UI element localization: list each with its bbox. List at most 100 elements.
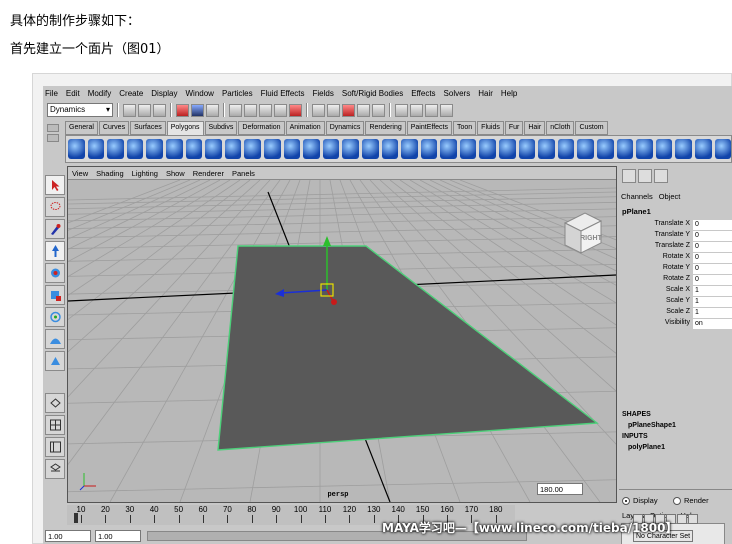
merge-icon[interactable] <box>597 139 614 159</box>
persp-graph-layout-icon[interactable] <box>45 459 65 479</box>
poly-pipe-icon[interactable] <box>224 139 242 159</box>
shelf-tab-fluids[interactable]: Fluids <box>477 121 504 135</box>
poly-soccer-ball-icon[interactable] <box>263 139 281 159</box>
average-vertices-icon[interactable] <box>401 139 418 159</box>
boolean-icon[interactable] <box>361 139 379 159</box>
render-settings-icon[interactable] <box>372 103 385 117</box>
shelf-tab-dynamics[interactable]: Dynamics <box>325 121 365 135</box>
menu-help[interactable]: Help <box>501 89 517 98</box>
step-forward-button[interactable] <box>677 514 687 524</box>
menu-particles[interactable]: Particles <box>222 89 253 98</box>
save-scene-icon[interactable] <box>153 103 166 117</box>
attr-value-field[interactable]: 0 <box>693 242 732 252</box>
universal-manip-icon[interactable] <box>45 307 65 327</box>
shelf-editor-button[interactable] <box>47 134 59 142</box>
snap-point-icon[interactable] <box>259 103 272 117</box>
shelf-tab-curves[interactable]: Curves <box>98 121 130 135</box>
attr-value-field[interactable]: 1 <box>693 286 732 296</box>
attr-row-translate-z[interactable]: Translate Z0 <box>619 242 732 253</box>
start-time-field[interactable]: 1.00 <box>45 530 91 542</box>
menu-window[interactable]: Window <box>186 89 214 98</box>
menu-fields[interactable]: Fields <box>313 89 334 98</box>
attr-row-visibility[interactable]: Visibility on <box>619 319 732 330</box>
snap-grid-icon[interactable] <box>229 103 242 117</box>
attr-row-scale-z[interactable]: Scale Z1 <box>619 308 732 319</box>
channel-box-layer-icon[interactable] <box>638 169 652 183</box>
poly-cylinder-icon[interactable] <box>107 139 124 159</box>
current-time-marker[interactable] <box>74 513 78 523</box>
shelf-tab-rendering[interactable]: Rendering <box>365 121 406 135</box>
menu-create[interactable]: Create <box>119 89 143 98</box>
shelf-tab-surfaces[interactable]: Surfaces <box>130 121 166 135</box>
tool-settings-toggle-icon[interactable] <box>425 103 438 117</box>
shelf-tab-menu-button[interactable] <box>47 124 59 132</box>
menu-fluid-effects[interactable]: Fluid Effects <box>261 89 305 98</box>
snap-plane-icon[interactable] <box>274 103 287 117</box>
viewport-menu-view[interactable]: View <box>72 169 88 178</box>
triangulate-icon[interactable] <box>695 139 712 159</box>
poly-torus-icon[interactable] <box>165 139 183 159</box>
attr-row-scale-x[interactable]: Scale X1 <box>619 286 732 297</box>
lock-icon[interactable] <box>312 103 325 117</box>
menu-file[interactable]: File <box>45 89 58 98</box>
poly-sphere-icon[interactable] <box>68 139 85 159</box>
attr-row-translate-y[interactable]: Translate Y0 <box>619 231 732 242</box>
single-view-layout-icon[interactable] <box>45 393 65 413</box>
shelf-tab-custom[interactable]: Custom <box>575 121 608 135</box>
bevel-icon[interactable] <box>557 139 575 159</box>
attr-row-translate-x[interactable]: Translate X0 <box>619 220 732 231</box>
four-view-layout-icon[interactable] <box>45 415 65 435</box>
attr-value-field[interactable]: 0 <box>693 275 732 285</box>
attr-value-field[interactable]: 0 <box>693 264 732 274</box>
mirror-icon[interactable] <box>381 139 399 159</box>
display-layer-radio[interactable]: Display <box>622 496 658 505</box>
menu-effects[interactable]: Effects <box>411 89 435 98</box>
history-icon[interactable] <box>289 103 302 117</box>
shelf-tab-painteffects[interactable]: PaintEffects <box>406 121 452 135</box>
menu-modify[interactable]: Modify <box>88 89 112 98</box>
channel-box-list-icon[interactable] <box>622 169 636 183</box>
input-node[interactable]: polyPlane1 <box>628 444 665 451</box>
menu-solvers[interactable]: Solvers <box>444 89 471 98</box>
render-layer-radio[interactable]: Render <box>673 496 709 505</box>
render-radio-button[interactable] <box>673 496 681 505</box>
lasso-tool-icon[interactable] <box>45 197 65 217</box>
viewport-menu-lighting[interactable]: Lighting <box>132 169 158 178</box>
collapse-icon[interactable] <box>616 139 634 159</box>
attr-value-field[interactable]: 0 <box>693 231 732 241</box>
paint-select-tool-icon[interactable] <box>45 219 65 239</box>
scene-icon[interactable] <box>440 103 453 117</box>
reduce-icon[interactable] <box>675 139 692 159</box>
menu-set-dropdown[interactable]: Dynamics <box>47 103 113 117</box>
move-tool-icon[interactable] <box>45 241 65 261</box>
shelf-tab-general[interactable]: General <box>65 121 98 135</box>
render-icon[interactable] <box>342 103 355 117</box>
fill-hole-icon[interactable] <box>440 139 457 159</box>
soften-icon[interactable] <box>636 139 653 159</box>
attr-value-field[interactable]: 1 <box>693 308 732 318</box>
attr-row-rotate-x[interactable]: Rotate X0 <box>619 253 732 264</box>
channel-box-mode-icon[interactable] <box>654 169 668 183</box>
poly-prism-icon[interactable] <box>185 139 203 159</box>
display-radio-button[interactable] <box>622 496 630 505</box>
outliner-layout-icon[interactable] <box>45 437 65 457</box>
attr-value-field[interactable]: 0 <box>693 220 732 230</box>
manip-z-handle-icon[interactable] <box>331 299 337 305</box>
select-tool-icon[interactable] <box>45 175 65 195</box>
shape-node[interactable]: pPlaneShape1 <box>628 422 676 429</box>
poly-plane-icon[interactable] <box>146 139 163 159</box>
object-name[interactable]: pPlane1 <box>622 207 651 216</box>
shelf-tab-subdivs[interactable]: Subdivs <box>204 121 238 135</box>
attribute-editor-toggle-icon[interactable] <box>410 103 423 117</box>
viewport-menu-renderer[interactable]: Renderer <box>193 169 224 178</box>
append-icon[interactable] <box>499 139 516 159</box>
combine-icon[interactable] <box>283 139 301 159</box>
attr-value-field[interactable]: on <box>693 319 732 329</box>
channel-box-toggle-icon[interactable] <box>395 103 408 117</box>
menu-edit[interactable]: Edit <box>66 89 80 98</box>
go-to-end-button[interactable] <box>688 514 698 524</box>
poly-cone-icon[interactable] <box>126 139 144 159</box>
object-menu[interactable]: Object <box>659 192 681 201</box>
attr-value-field[interactable]: 1 <box>693 297 732 307</box>
separate-icon[interactable] <box>303 139 320 159</box>
